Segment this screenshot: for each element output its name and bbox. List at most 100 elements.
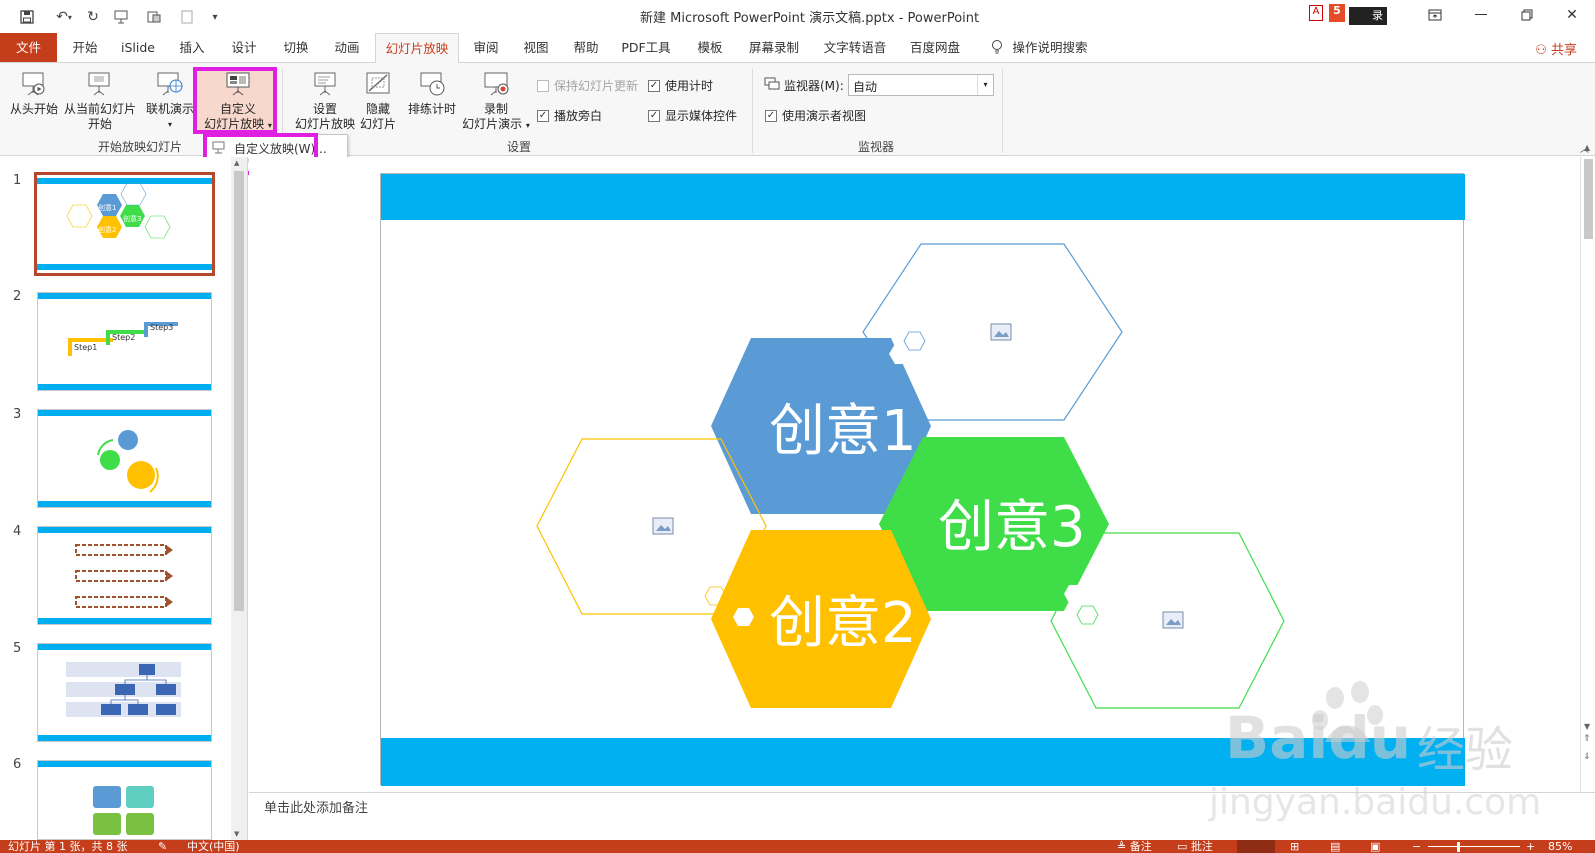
- slideshow-view-icon[interactable]: ▣: [1370, 840, 1380, 853]
- zoom-slider-thumb[interactable]: [1457, 842, 1460, 852]
- new-slide-icon[interactable]: [176, 6, 198, 28]
- close-icon[interactable]: ✕: [1549, 0, 1595, 30]
- from-current-label-1: 从当前幻灯片: [63, 102, 136, 116]
- comments-toggle[interactable]: ▭ 批注: [1177, 840, 1213, 853]
- from-current-label-2: 开始: [87, 117, 112, 131]
- tab-insert[interactable]: 插入: [172, 33, 212, 62]
- baidu-url: jingyan.baidu.com: [1209, 782, 1542, 823]
- reading-view-icon[interactable]: ▤: [1330, 840, 1340, 853]
- tab-screen-recording[interactable]: 屏幕录制: [746, 33, 802, 62]
- thumb-2-label: Step1: [74, 343, 98, 352]
- login-button[interactable]: 录: [1349, 7, 1387, 25]
- zoom-level[interactable]: 85%: [1548, 840, 1572, 853]
- show-media-controls-checkbox[interactable]: ✓ 显示媒体控件: [648, 107, 737, 124]
- slideshow-start-icon[interactable]: [110, 6, 132, 28]
- html5-addin-icon[interactable]: 5: [1329, 4, 1345, 22]
- previous-slide-icon[interactable]: ⇑: [1583, 735, 1591, 744]
- from-beginning-label: 从头开始: [9, 102, 58, 116]
- pdf-addin-icon[interactable]: A: [1309, 5, 1323, 21]
- tab-file[interactable]: 文件: [0, 33, 57, 62]
- layout-icon[interactable]: [140, 6, 168, 28]
- slide-count-status: 幻灯片 第 1 张，共 8 张: [8, 840, 128, 853]
- normal-view-button[interactable]: [1237, 840, 1275, 853]
- notes-toggle[interactable]: ≜ 备注: [1117, 840, 1152, 853]
- notes-placeholder[interactable]: 单击此处添加备注: [264, 797, 368, 816]
- lightbulb-icon[interactable]: [988, 33, 1006, 62]
- ribbon-display-options-icon[interactable]: [1412, 0, 1458, 30]
- group-start-slideshow: 开始放映幻灯片: [98, 140, 183, 154]
- online-present-button[interactable]: 联机演示 ▾: [146, 69, 194, 132]
- keep-slides-updated-checkbox[interactable]: 保持幻灯片更新: [537, 77, 638, 94]
- tab-text-to-speech[interactable]: 文字转语音: [820, 33, 890, 62]
- chevron-down-icon[interactable]: ▾: [977, 75, 993, 95]
- slide-sorter-icon[interactable]: ⊞: [1290, 840, 1299, 853]
- from-current-button[interactable]: 从当前幻灯片 开始: [62, 69, 138, 132]
- play-narration-label: 播放旁白: [554, 109, 603, 123]
- use-timings-checkbox[interactable]: ✓ 使用计时: [648, 77, 713, 94]
- scroll-down-icon[interactable]: ▼: [234, 830, 239, 838]
- thumb-3-gears: [97, 430, 159, 493]
- play-narrations-checkbox[interactable]: ✓ 播放旁白: [537, 107, 602, 124]
- tab-islide[interactable]: iSlide: [116, 33, 160, 62]
- undo-icon[interactable]: ↶ ▾: [50, 6, 78, 28]
- slide-thumbnail-1[interactable]: 创意1 创意2 创意3: [34, 172, 215, 276]
- addin-icons: A 5 录: [1297, 3, 1387, 25]
- tab-review[interactable]: 审阅: [466, 33, 506, 62]
- tab-home[interactable]: 开始: [65, 33, 105, 62]
- tab-pdf-tools[interactable]: PDF工具: [618, 33, 674, 62]
- online-dropdown-icon: ▾: [167, 120, 172, 129]
- thumbnail-scrollbar[interactable]: ▲ ▼: [231, 157, 247, 840]
- tab-templates[interactable]: 模板: [690, 33, 730, 62]
- scrollbar-thumb[interactable]: [234, 171, 244, 611]
- record-slideshow-button[interactable]: 录制 幻灯片演示 ▾: [458, 69, 534, 133]
- scroll-up-icon[interactable]: ▲: [234, 159, 239, 167]
- tab-animations[interactable]: 动画: [327, 33, 367, 62]
- zoom-slider[interactable]: [1428, 846, 1520, 847]
- show-media-label: 显示媒体控件: [665, 109, 738, 123]
- tell-me-search[interactable]: 操作说明搜索: [1012, 33, 1088, 62]
- zoom-out-icon[interactable]: −: [1412, 840, 1421, 853]
- slide-thumbnail-6[interactable]: [37, 760, 212, 840]
- hex-label-creative-2[interactable]: 创意2: [769, 578, 917, 659]
- setup-slideshow-button[interactable]: 设置 幻灯片放映: [292, 69, 358, 132]
- tab-transitions[interactable]: 切换: [276, 33, 316, 62]
- ribbon-separator: [1002, 69, 1003, 153]
- slide-thumbnail-5[interactable]: [37, 643, 212, 742]
- hex-label-creative-1[interactable]: 创意1: [769, 386, 917, 467]
- scroll-up-icon[interactable]: ▲: [1584, 143, 1590, 152]
- custom-slideshow-label-2: 幻灯片放映: [204, 117, 265, 131]
- thumb-2-label: Step2: [112, 333, 136, 342]
- tab-slideshow[interactable]: 幻灯片放映: [375, 33, 459, 64]
- minimize-icon[interactable]: [1458, 0, 1504, 30]
- slide-scrollbar[interactable]: ▲ ▼ ⇑ ⇓: [1580, 143, 1595, 792]
- zoom-in-icon[interactable]: +: [1526, 840, 1535, 853]
- monitor-select[interactable]: 自动 ▾: [848, 74, 994, 96]
- scrollbar-thumb[interactable]: [1584, 159, 1593, 239]
- tab-baidu-netdisk[interactable]: 百度网盘: [906, 33, 964, 62]
- redo-icon[interactable]: ↻: [82, 6, 104, 28]
- scroll-down-icon[interactable]: ▼: [1584, 722, 1590, 731]
- customize-qat-icon[interactable]: ▾: [204, 6, 226, 28]
- tab-design[interactable]: 设计: [224, 33, 264, 62]
- tab-help[interactable]: 帮助: [566, 33, 606, 62]
- slide-thumbnail-2[interactable]: Step1 Step2 Step3: [37, 292, 212, 391]
- next-slide-icon[interactable]: ⇓: [1583, 753, 1591, 762]
- hide-slide-button[interactable]: 隐藏 幻灯片: [360, 69, 396, 132]
- save-icon[interactable]: [16, 6, 38, 28]
- slide-thumbnail-4[interactable]: [37, 526, 212, 625]
- slide-thumbnail-3[interactable]: [37, 409, 212, 508]
- custom-slideshow-button[interactable]: 自定义 幻灯片放映 ▾: [200, 69, 276, 133]
- presenter-view-checkbox[interactable]: ✓ 使用演示者视图: [765, 107, 866, 124]
- rehearse-timings-button[interactable]: 排练计时: [406, 69, 458, 117]
- from-beginning-button[interactable]: 从头开始: [9, 69, 59, 117]
- thumb-1-label: 创意2: [98, 226, 117, 234]
- restore-icon[interactable]: [1504, 0, 1550, 30]
- tab-view[interactable]: 视图: [516, 33, 556, 62]
- thumb-5-org-chart: [66, 662, 181, 717]
- language-status[interactable]: 中文(中国): [187, 840, 240, 853]
- spellcheck-icon[interactable]: ✎: [158, 840, 167, 853]
- presenter-view-label: 使用演示者视图: [782, 109, 867, 123]
- hex-label-creative-3[interactable]: 创意3: [938, 482, 1086, 563]
- checkbox-box: [537, 79, 549, 92]
- share-button[interactable]: ⚇ 共享: [1535, 39, 1577, 58]
